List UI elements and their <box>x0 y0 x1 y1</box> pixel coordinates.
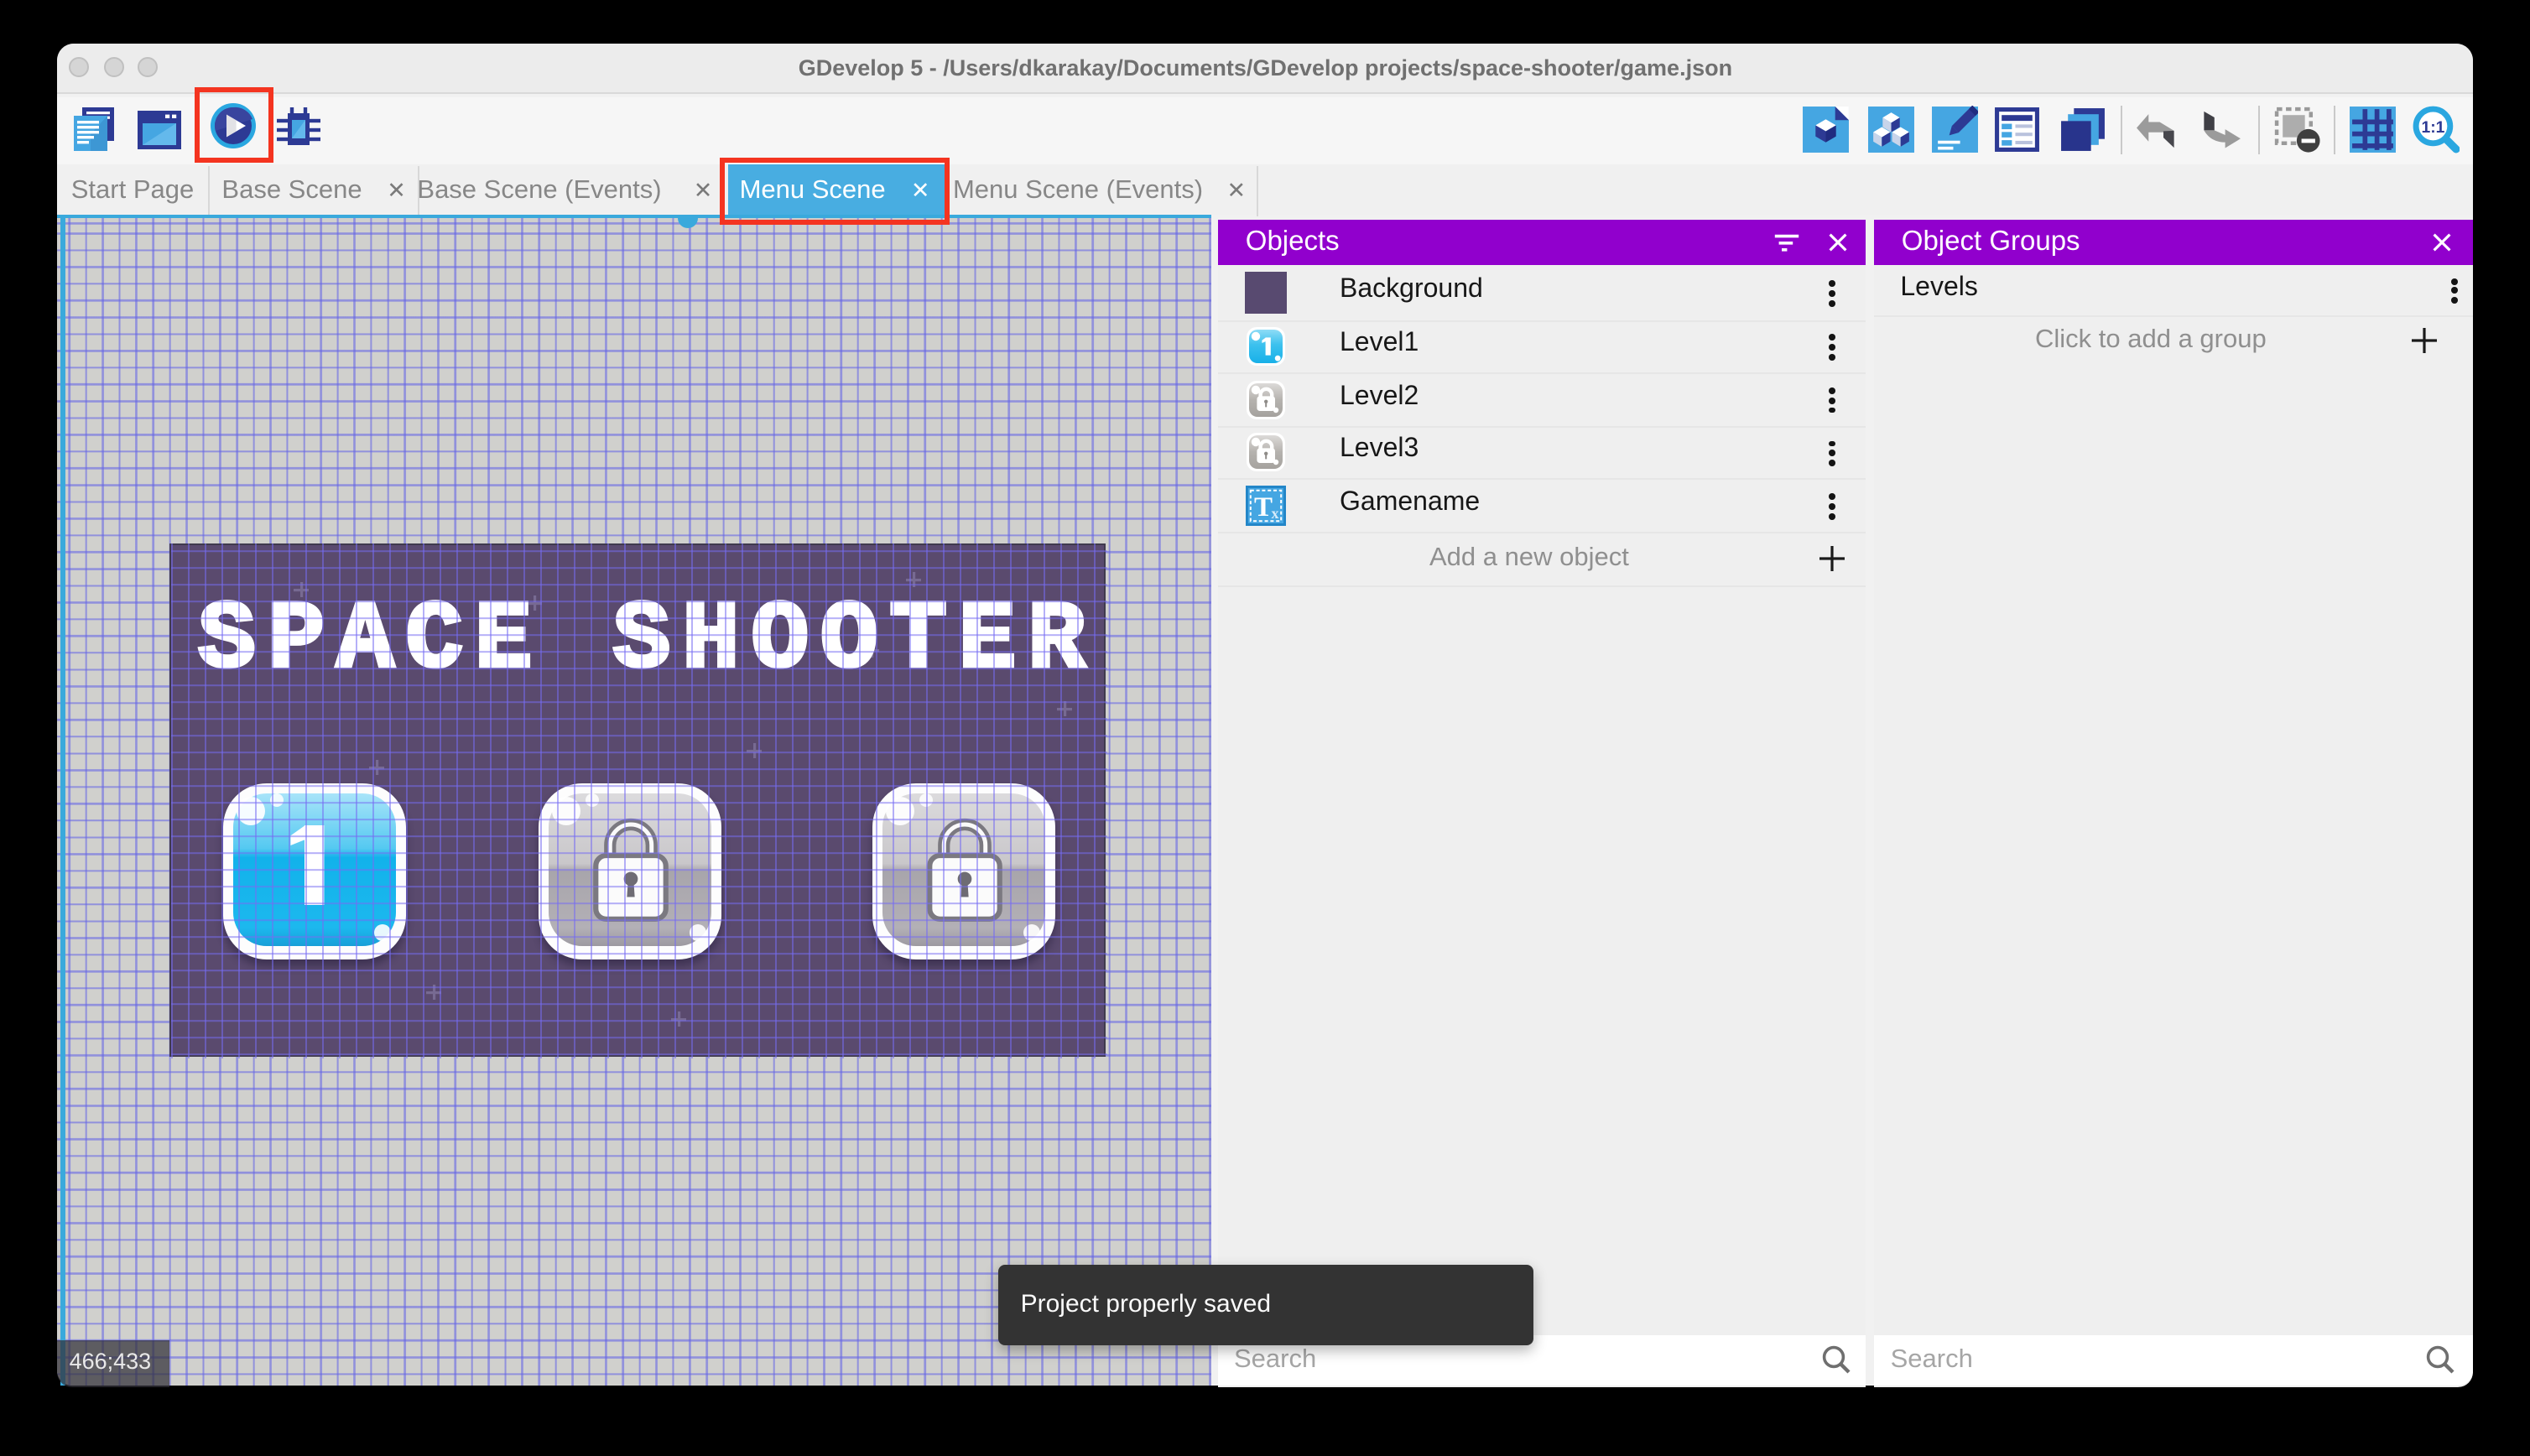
svg-text:1:1: 1:1 <box>2421 119 2444 137</box>
svg-text:x: x <box>1271 504 1278 521</box>
svg-text:T: T <box>1253 491 1272 522</box>
